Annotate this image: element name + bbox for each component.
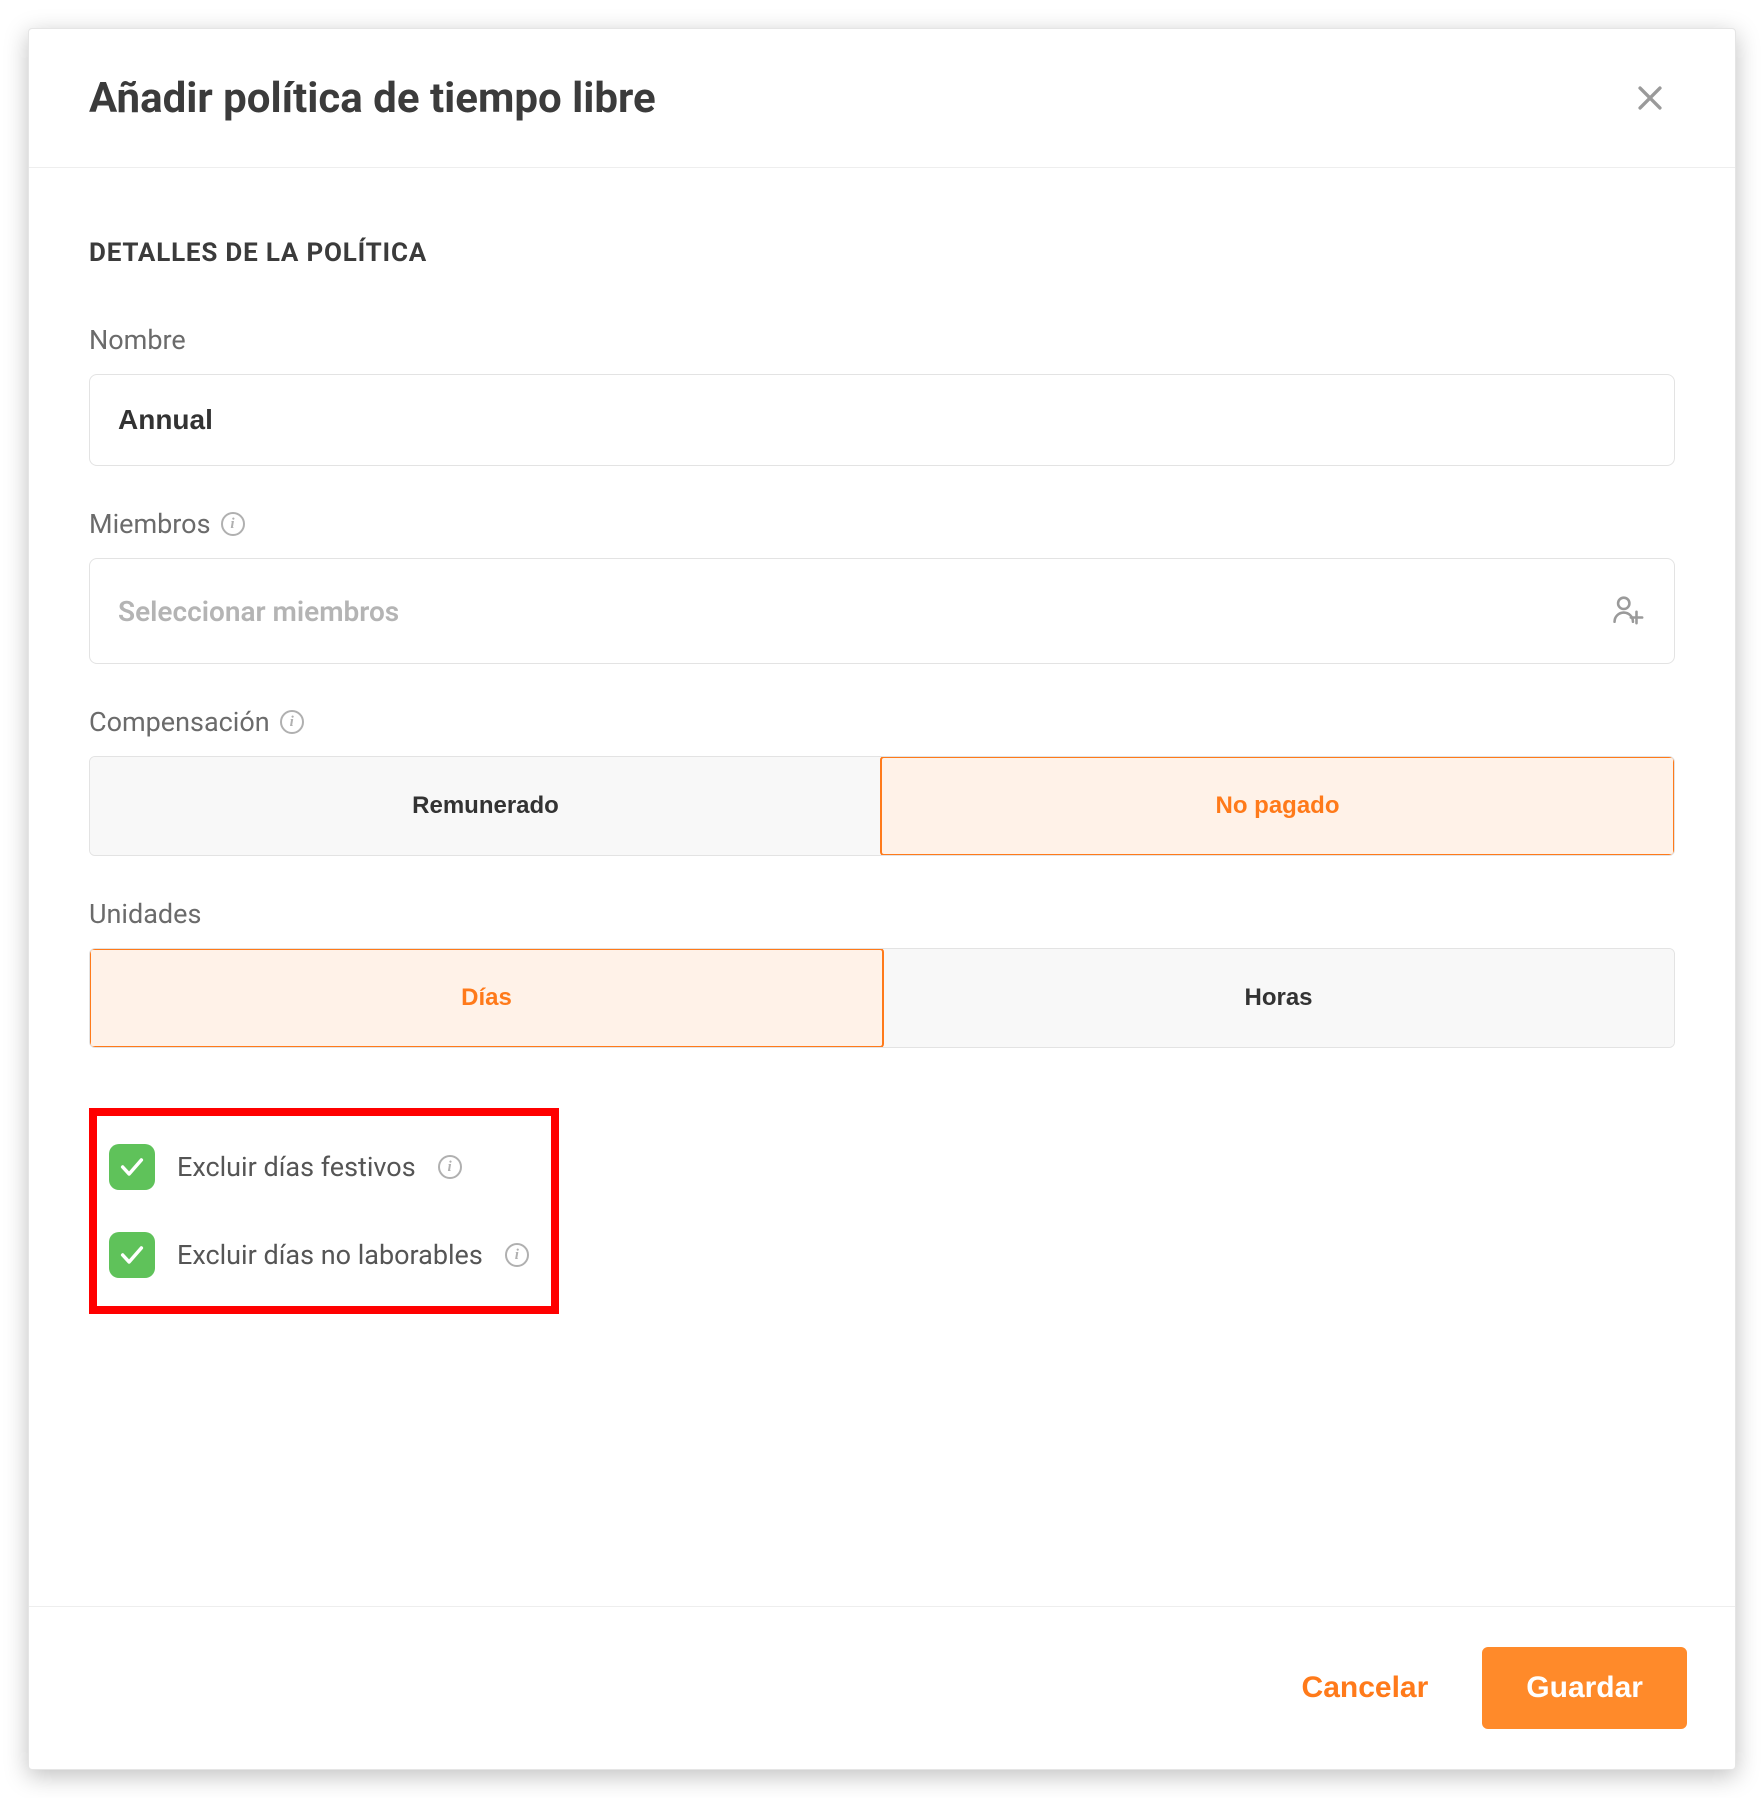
dialog-body: DETALLES DE LA POLÍTICA Nombre Miembros … bbox=[29, 168, 1735, 1606]
section-heading: DETALLES DE LA POLÍTICA bbox=[89, 238, 1675, 268]
field-label-row: Compensación i bbox=[89, 706, 1675, 738]
field-name: Nombre bbox=[89, 324, 1675, 466]
exclude-nonworking-row: Excluir días no laborables i bbox=[109, 1222, 529, 1288]
units-days-option[interactable]: Días bbox=[89, 948, 884, 1048]
field-members: Miembros i Seleccionar miembros bbox=[89, 508, 1675, 664]
members-select[interactable]: Seleccionar miembros bbox=[89, 558, 1675, 664]
info-icon[interactable]: i bbox=[505, 1243, 529, 1267]
dialog-footer: Cancelar Guardar bbox=[29, 1606, 1735, 1769]
highlight-box: Excluir días festivos i Excluir días no … bbox=[89, 1108, 559, 1314]
compensation-unpaid-option[interactable]: No pagado bbox=[880, 756, 1675, 856]
exclude-nonworking-label: Excluir días no laborables bbox=[177, 1239, 483, 1271]
field-label-row: Nombre bbox=[89, 324, 1675, 356]
info-icon[interactable]: i bbox=[438, 1155, 462, 1179]
compensation-toggle: Remunerado No pagado bbox=[89, 756, 1675, 856]
exclude-holidays-row: Excluir días festivos i bbox=[109, 1134, 529, 1200]
close-button[interactable] bbox=[1625, 73, 1675, 123]
field-label-row: Unidades bbox=[89, 898, 1675, 930]
members-label: Miembros bbox=[89, 508, 211, 540]
members-select-wrap: Seleccionar miembros bbox=[89, 558, 1675, 664]
exclude-nonworking-checkbox[interactable] bbox=[109, 1232, 155, 1278]
compensation-label: Compensación bbox=[89, 706, 270, 738]
exclude-holidays-label: Excluir días festivos bbox=[177, 1151, 416, 1183]
units-label: Unidades bbox=[89, 898, 201, 930]
cancel-button[interactable]: Cancelar bbox=[1282, 1661, 1449, 1715]
add-user-icon[interactable] bbox=[1611, 592, 1645, 630]
field-units: Unidades Días Horas bbox=[89, 898, 1675, 1048]
units-toggle: Días Horas bbox=[89, 948, 1675, 1048]
name-label: Nombre bbox=[89, 324, 186, 356]
check-icon bbox=[118, 1241, 146, 1269]
exclude-holidays-checkbox[interactable] bbox=[109, 1144, 155, 1190]
compensation-paid-option[interactable]: Remunerado bbox=[90, 757, 881, 855]
name-input[interactable] bbox=[89, 374, 1675, 466]
check-icon bbox=[118, 1153, 146, 1181]
field-compensation: Compensación i Remunerado No pagado bbox=[89, 706, 1675, 856]
add-policy-dialog: Añadir política de tiempo libre DETALLES… bbox=[28, 28, 1736, 1770]
close-icon bbox=[1633, 81, 1667, 115]
save-button[interactable]: Guardar bbox=[1482, 1647, 1687, 1729]
units-hours-option[interactable]: Horas bbox=[883, 949, 1674, 1047]
info-icon[interactable]: i bbox=[280, 710, 304, 734]
members-placeholder: Seleccionar miembros bbox=[118, 595, 399, 628]
dialog-title: Añadir política de tiempo libre bbox=[89, 74, 656, 123]
field-label-row: Miembros i bbox=[89, 508, 1675, 540]
dialog-header: Añadir política de tiempo libre bbox=[29, 29, 1735, 168]
info-icon[interactable]: i bbox=[221, 512, 245, 536]
